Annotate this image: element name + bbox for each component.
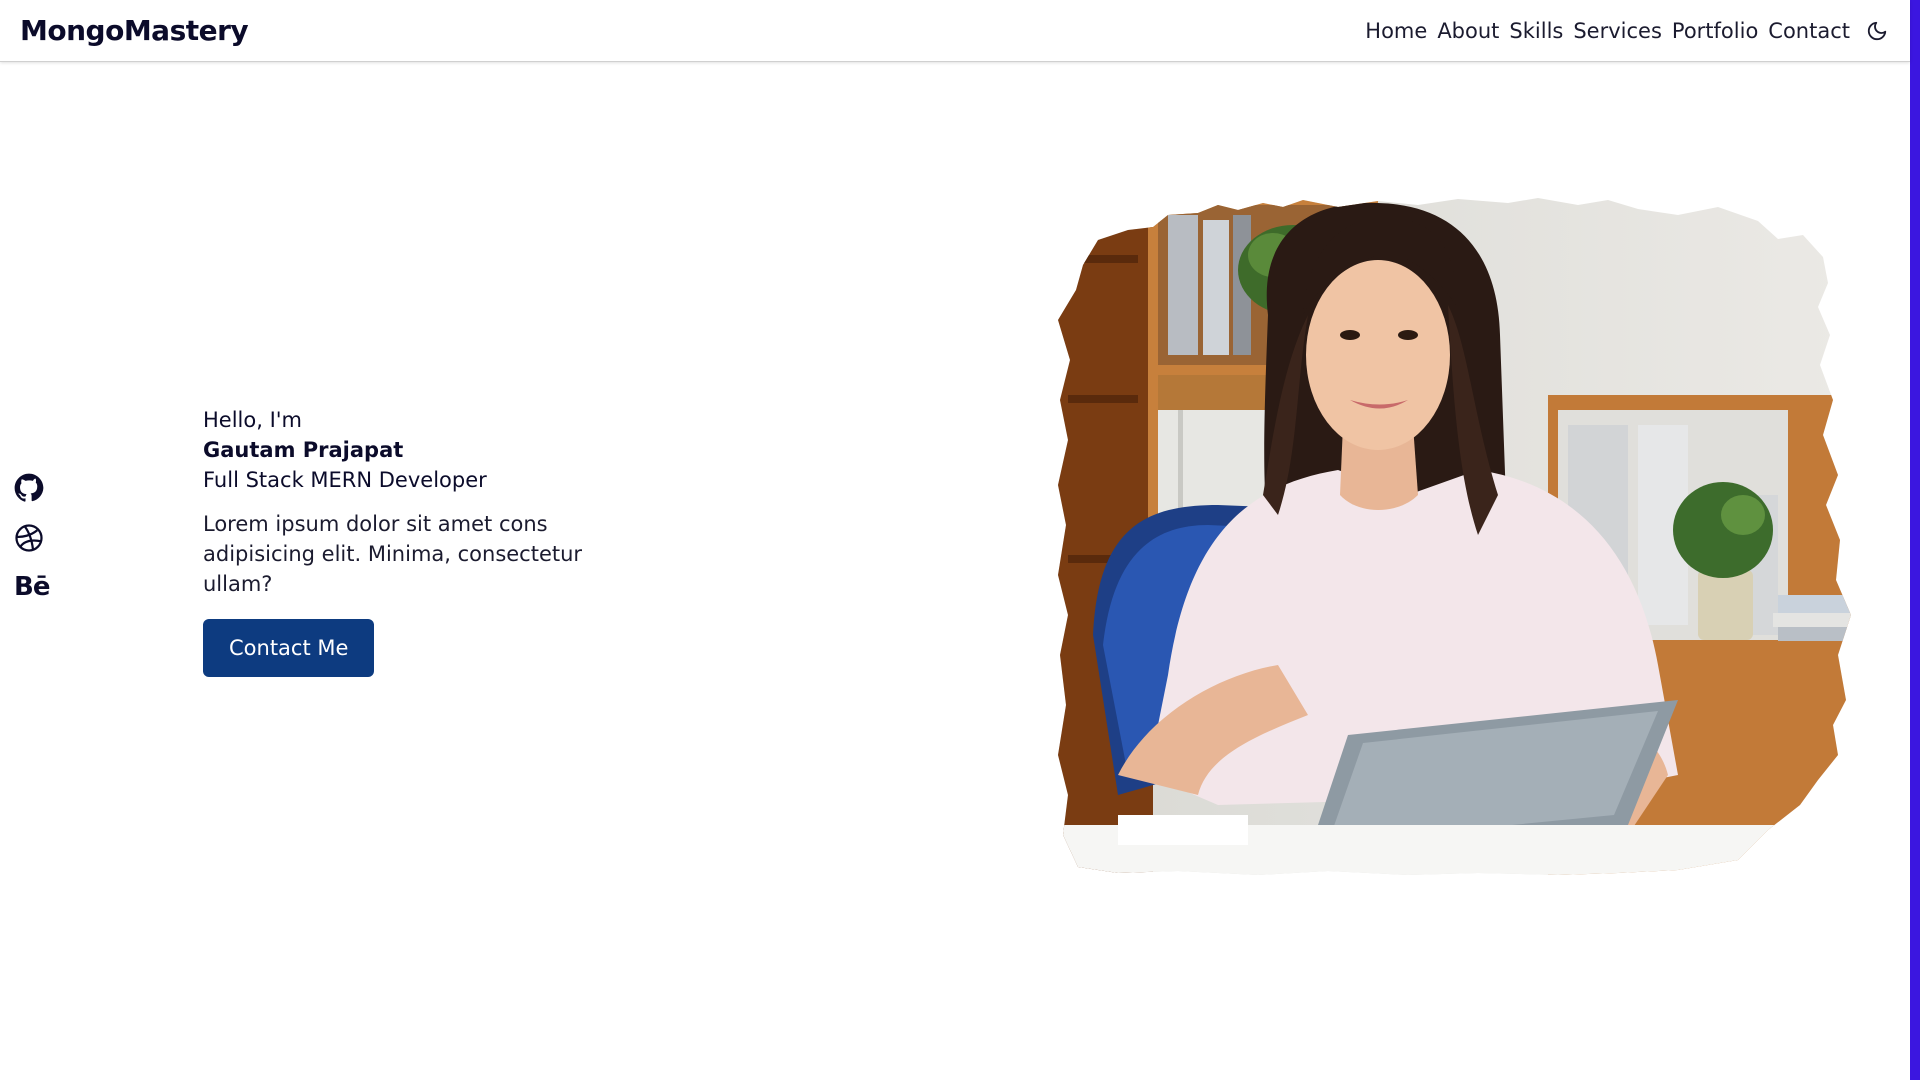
hero-portrait-image [1058, 195, 1888, 875]
hero-name: Gautam Prajapat [203, 438, 404, 462]
hero-intro: Hello, I'm Gautam Prajapat Full Stack ME… [203, 405, 603, 677]
github-icon[interactable] [14, 473, 44, 507]
main-nav: Home About Skills Services Portfolio Con… [1365, 18, 1890, 44]
moon-icon[interactable] [1864, 18, 1890, 44]
hero-greeting: Hello, I'm [203, 408, 303, 432]
nav-home[interactable]: Home [1365, 19, 1427, 43]
hero-role: Full Stack MERN Developer [203, 468, 487, 492]
contact-me-button[interactable]: Contact Me [203, 619, 375, 677]
nav-portfolio[interactable]: Portfolio [1672, 19, 1758, 43]
nav-contact[interactable]: Contact [1768, 19, 1850, 43]
behance-icon[interactable]: Bē [14, 573, 50, 601]
hero-description: Lorem ipsum dolor sit amet cons adipisic… [203, 512, 583, 596]
social-links: Bē [14, 473, 50, 601]
scrollbar-accent [1910, 0, 1920, 1080]
page: MongoMastery Home About Skills Services … [0, 0, 1920, 1080]
nav-about[interactable]: About [1437, 19, 1499, 43]
site-logo[interactable]: MongoMastery [20, 14, 249, 47]
nav-services[interactable]: Services [1573, 19, 1662, 43]
nav-skills[interactable]: Skills [1509, 19, 1563, 43]
dribbble-icon[interactable] [14, 523, 44, 557]
site-header: MongoMastery Home About Skills Services … [0, 0, 1910, 62]
